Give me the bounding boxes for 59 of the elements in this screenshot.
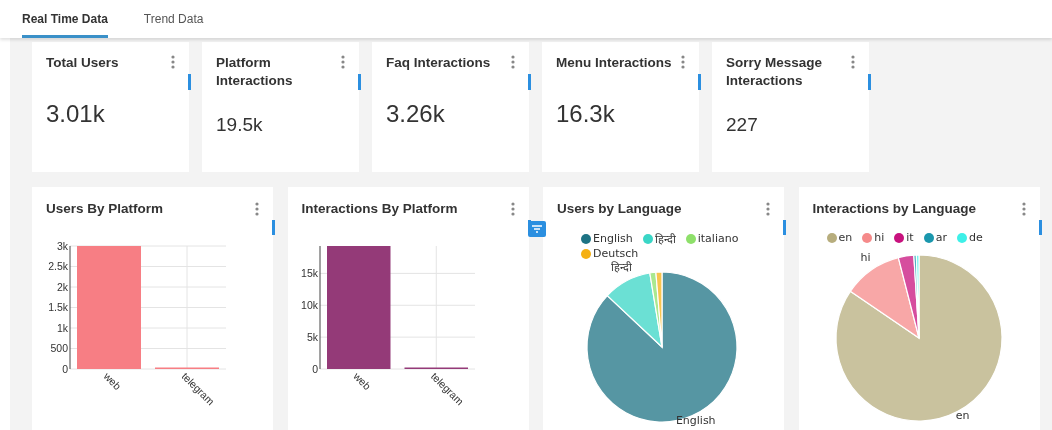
resize-handle[interactable] [1038, 220, 1042, 235]
slice-label: English [675, 414, 716, 427]
card-title: Users By Platform [46, 201, 165, 218]
card-title: Faq Interactions [386, 54, 492, 72]
card-title: Total Users [46, 54, 120, 72]
axis-tick-label: 0 [62, 362, 68, 375]
resize-handle[interactable] [272, 220, 275, 235]
axis-tick-label: 0 [311, 362, 318, 375]
resize-handle[interactable] [358, 74, 361, 90]
resize-handle[interactable] [528, 74, 531, 90]
more-menu-icon[interactable] [255, 202, 259, 216]
card-title: Menu Interactions [556, 54, 673, 72]
stat-value: 227 [726, 114, 758, 136]
legend-label[interactable]: English [593, 232, 633, 245]
resize-handle[interactable] [868, 74, 871, 90]
axis-tick-label: 1.5k [48, 301, 68, 313]
more-menu-icon[interactable] [511, 55, 515, 69]
stat-value: 16.3k [556, 100, 615, 128]
resize-handle[interactable] [698, 74, 701, 90]
stat-value: 3.01k [46, 100, 105, 128]
more-menu-icon[interactable] [851, 55, 855, 69]
stat-value: 19.5k [216, 114, 263, 136]
more-menu-icon[interactable] [681, 55, 685, 69]
legend-label[interactable]: de [968, 231, 983, 244]
slice-label: en [955, 409, 969, 423]
resize-handle[interactable] [188, 74, 191, 90]
legend-label[interactable]: हिन्दी [654, 231, 676, 246]
slice-label: hi [860, 250, 871, 264]
more-menu-icon[interactable] [766, 202, 770, 216]
axis-tick-label: 10k [300, 298, 318, 311]
axis-tick-label: 2.5k [48, 260, 68, 272]
card-title: Interactions By Platform [301, 201, 459, 218]
stat-value: 3.26k [386, 100, 445, 128]
card-title: Sorry Message Interactions [726, 54, 824, 90]
slice-label: हिन्दी [611, 261, 633, 274]
axis-tick-label: 3k [56, 239, 68, 252]
legend-label[interactable]: ar [935, 231, 947, 244]
legend-label[interactable]: it [906, 231, 914, 244]
card-title: Platform Interactions [216, 54, 294, 90]
legend-label[interactable]: italiano [697, 232, 739, 245]
legend-label[interactable]: hi [874, 231, 885, 244]
card-title: Interactions by Language [812, 201, 978, 218]
more-menu-icon[interactable] [171, 55, 175, 69]
card-title: Users by Language [557, 201, 683, 218]
filter-icon[interactable] [527, 221, 546, 237]
axis-tick-label: 15k [300, 266, 318, 279]
axis-category-label: web [101, 369, 124, 393]
more-menu-icon[interactable] [510, 202, 515, 216]
axis-tick-label: 500 [50, 342, 68, 354]
axis-category-label: web [350, 369, 373, 393]
resize-handle[interactable] [783, 220, 786, 235]
axis-tick-label: 2k [56, 280, 68, 293]
legend-label[interactable]: en [838, 231, 853, 244]
legend-label[interactable]: Deutsch [593, 247, 639, 260]
more-menu-icon[interactable] [1021, 202, 1026, 216]
axis-tick-label: 1k [56, 321, 68, 334]
more-menu-icon[interactable] [341, 55, 345, 69]
tab[interactable]: Trend Data [143, 0, 204, 38]
axis-tick-label: 5k [306, 330, 318, 343]
